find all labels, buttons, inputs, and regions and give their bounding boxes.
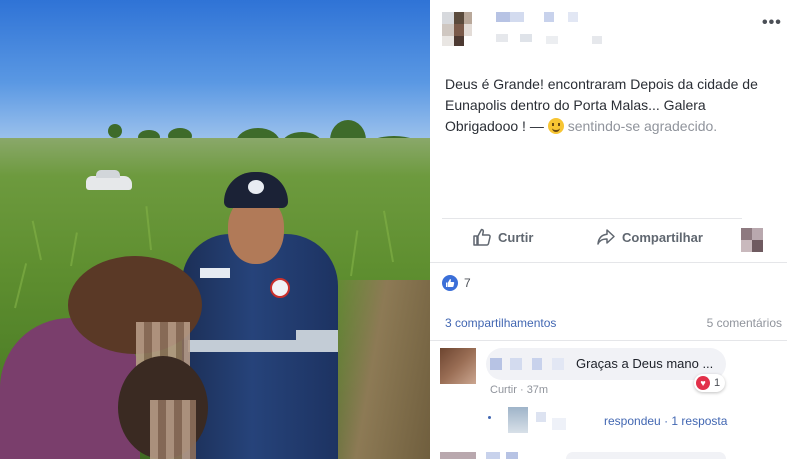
photo-name-tag [200, 268, 230, 278]
comment-reaction-count: 1 [714, 377, 721, 389]
reaction-summary[interactable]: 7 [442, 275, 471, 291]
author-avatar-pixel [464, 24, 472, 36]
viewer-avatar-pixel [741, 228, 752, 240]
like-button[interactable]: Curtir [472, 228, 533, 246]
comments-count-link[interactable]: 5 comentários [707, 316, 782, 330]
photo-uniform-badge [270, 278, 290, 298]
author-name-pixel [544, 12, 554, 22]
author-name-pixel [568, 12, 578, 22]
author-name-pixel [496, 34, 508, 42]
comment-time[interactable]: 37m [527, 384, 548, 396]
photo-car [86, 170, 132, 190]
author-avatar-pixel [442, 24, 454, 36]
post-photo[interactable] [0, 0, 430, 459]
replier-avatar[interactable] [508, 407, 528, 433]
comment-actions-dot: · [519, 384, 527, 396]
share-arrow-icon [597, 229, 615, 245]
thumbs-up-icon [446, 279, 455, 287]
photo-face-blur [150, 400, 196, 459]
author-avatar-pixel [454, 24, 464, 36]
reply-replied-label: respondeu [604, 414, 661, 428]
comment-reaction-summary[interactable]: ♥ 1 [694, 374, 726, 392]
author-avatar-pixel [454, 12, 464, 24]
photo-road [330, 280, 430, 459]
view-replies-link[interactable]: respondeu · 1 resposta [604, 414, 727, 428]
photo-tree [108, 124, 122, 138]
author-avatar-pixel [454, 36, 464, 46]
author-avatar-pixel [464, 12, 472, 24]
comment-actions: Curtir · 37m [490, 384, 548, 396]
share-button[interactable]: Compartilhar [596, 228, 703, 246]
post-options-menu-icon[interactable]: ••• [762, 14, 782, 32]
author-name-pixel [546, 36, 558, 44]
commenter-name-pixel [490, 358, 502, 370]
photo-uniform-stripe [296, 330, 338, 342]
viewer-avatar-pixel [752, 240, 763, 252]
next-comment-pixel [486, 452, 500, 459]
next-comment-avatar[interactable] [440, 452, 476, 459]
reply-count-label: · 1 resposta [664, 414, 728, 428]
replier-name-pixel [552, 418, 566, 430]
actions-top-divider [442, 218, 742, 219]
author-name-pixel [510, 12, 524, 22]
love-reaction-icon: ♥ [696, 376, 710, 390]
photo-cap-badge [248, 180, 264, 194]
actions-bottom-divider [430, 262, 787, 263]
thumbs-up-icon [473, 228, 491, 246]
photo-sky [0, 0, 430, 150]
smiley-icon [547, 118, 564, 134]
feeling-activity[interactable]: sentindo-se agradecido. [568, 118, 717, 134]
post-panel: ••• Deus é Grande! encontraram Depois da… [430, 0, 787, 459]
commenter-name-pixel [510, 358, 522, 370]
comment-text: Graças a Deus mano ... [576, 356, 714, 371]
reply-arrow-icon [488, 416, 491, 419]
next-comment-bubble [566, 452, 726, 459]
commenter-name-pixel [552, 358, 564, 370]
author-avatar-pixel [442, 36, 454, 46]
next-comment-pixel [506, 452, 518, 459]
share-button-label: Compartilhar [622, 229, 703, 245]
replier-name-pixel [536, 412, 546, 422]
viewer-avatar-pixel [752, 228, 763, 240]
like-button-label: Curtir [498, 229, 534, 245]
viewer-avatar-pixel [741, 240, 752, 252]
comment-like-link[interactable]: Curtir [490, 384, 517, 396]
like-reaction-icon [442, 275, 458, 291]
like-count-value: 7 [464, 276, 471, 290]
author-name-pixel [520, 34, 532, 42]
next-comment-peek [430, 450, 787, 459]
shares-count-link[interactable]: 3 compartilhamentos [445, 316, 556, 330]
commenter-avatar[interactable] [440, 348, 476, 384]
post-text: Deus é Grande! encontraram Depois da cid… [445, 74, 780, 137]
author-name-pixel [592, 36, 602, 44]
author-name-pixel [496, 12, 510, 22]
comments-top-divider [430, 340, 787, 341]
author-avatar-pixel [442, 12, 454, 24]
commenter-name-pixel [532, 358, 542, 370]
